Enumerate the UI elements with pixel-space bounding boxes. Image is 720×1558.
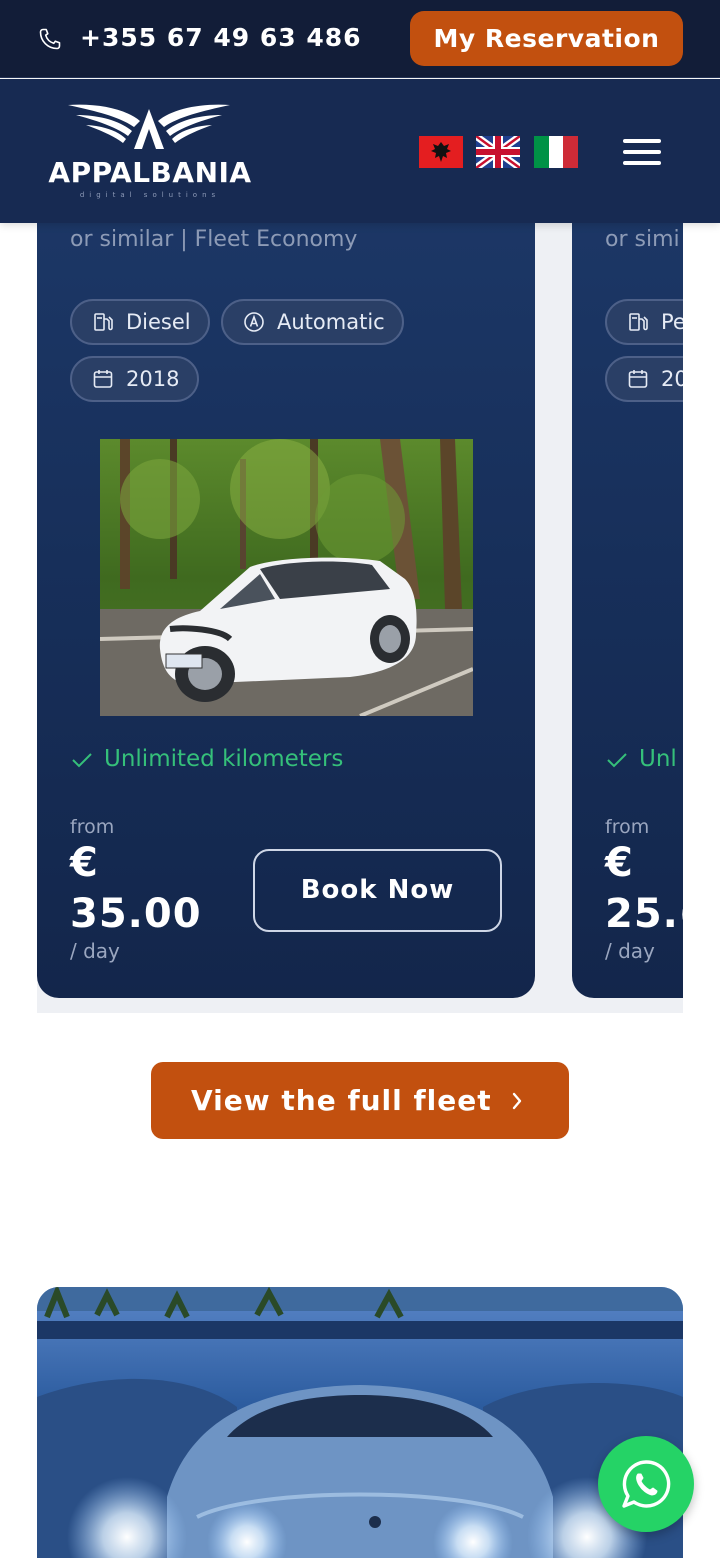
logo-name: APPALBANIA bbox=[48, 156, 252, 189]
transmission-chip: Automatic bbox=[221, 299, 404, 345]
hero-car-photo bbox=[37, 1287, 683, 1558]
view-full-fleet-label: View the full fleet bbox=[191, 1084, 492, 1117]
logo[interactable]: APPALBANIA digital solutions bbox=[40, 101, 260, 201]
logo-tagline: digital solutions bbox=[79, 191, 221, 199]
top-bar: +355 67 49 63 486 My Reservation bbox=[0, 0, 720, 78]
checkmark-icon bbox=[607, 752, 627, 767]
price-value: 25.( bbox=[605, 891, 683, 937]
fleet-carousel[interactable]: or similar | Fleet Economy Diesel Automa… bbox=[37, 210, 683, 1013]
whatsapp-icon bbox=[622, 1460, 671, 1508]
price-from-label: from bbox=[70, 816, 115, 838]
page: +355 67 49 63 486 My Reservation APPALBA… bbox=[0, 0, 720, 1558]
fuel-chip: Diesel bbox=[70, 299, 210, 345]
uk-flag-icon bbox=[473, 133, 523, 171]
chevron-right-icon bbox=[512, 1092, 522, 1110]
book-now-button[interactable]: Book Now bbox=[253, 849, 502, 932]
feature-label: Unl bbox=[639, 746, 677, 772]
calendar-icon bbox=[93, 370, 113, 388]
phone-icon[interactable] bbox=[38, 27, 62, 51]
year-label: 2018 bbox=[126, 367, 180, 391]
checkmark-icon bbox=[72, 752, 92, 767]
price-value: 35.00 bbox=[70, 891, 202, 937]
automatic-transmission-icon bbox=[244, 312, 264, 332]
car-subtitle: or similar | Fleet Economy bbox=[70, 227, 358, 252]
calendar-icon bbox=[628, 370, 648, 388]
hamburger-menu-icon[interactable] bbox=[623, 139, 661, 165]
my-reservation-button[interactable]: My Reservation bbox=[410, 11, 683, 66]
phone-number[interactable]: +355 67 49 63 486 bbox=[80, 20, 362, 56]
italy-flag[interactable] bbox=[534, 136, 579, 168]
year-chip: 20 bbox=[605, 356, 683, 402]
price-from-label: from bbox=[605, 816, 650, 838]
fuel-label: Diesel bbox=[126, 310, 191, 334]
unlimited-km-feature: Unl bbox=[605, 742, 677, 776]
year-chip: 2018 bbox=[70, 356, 199, 402]
year-label: 20 bbox=[661, 367, 683, 391]
unlimited-km-feature: Unlimited kilometers bbox=[70, 742, 343, 776]
price-unit: / day bbox=[70, 939, 120, 963]
whatsapp-button[interactable] bbox=[598, 1436, 694, 1532]
price-amount: € 35.00 bbox=[70, 838, 202, 940]
view-full-fleet-button[interactable]: View the full fleet bbox=[151, 1062, 569, 1139]
transmission-label: Automatic bbox=[277, 310, 385, 334]
albania-flag[interactable] bbox=[419, 136, 463, 168]
car-card: or simi Pe 20 Unl from € 25.( / da bbox=[572, 210, 683, 998]
price-currency: € bbox=[70, 840, 99, 886]
fuel-chip: Pe bbox=[605, 299, 683, 345]
header: APPALBANIA digital solutions bbox=[0, 79, 720, 223]
fuel-pump-icon bbox=[629, 313, 648, 331]
feature-label: Unlimited kilometers bbox=[104, 746, 344, 772]
albania-eagle-icon bbox=[431, 142, 451, 162]
fuel-label: Pe bbox=[661, 310, 683, 334]
fuel-pump-icon bbox=[94, 313, 113, 331]
logo-wings-icon bbox=[68, 104, 230, 149]
price-unit: / day bbox=[605, 939, 655, 963]
uk-flag[interactable] bbox=[473, 133, 523, 171]
car-photo bbox=[100, 439, 473, 716]
car-subtitle: or simi bbox=[605, 227, 680, 252]
price-currency: € bbox=[605, 840, 634, 886]
car-card: or similar | Fleet Economy Diesel Automa… bbox=[37, 210, 535, 998]
price-amount: € 25.( bbox=[605, 838, 683, 940]
